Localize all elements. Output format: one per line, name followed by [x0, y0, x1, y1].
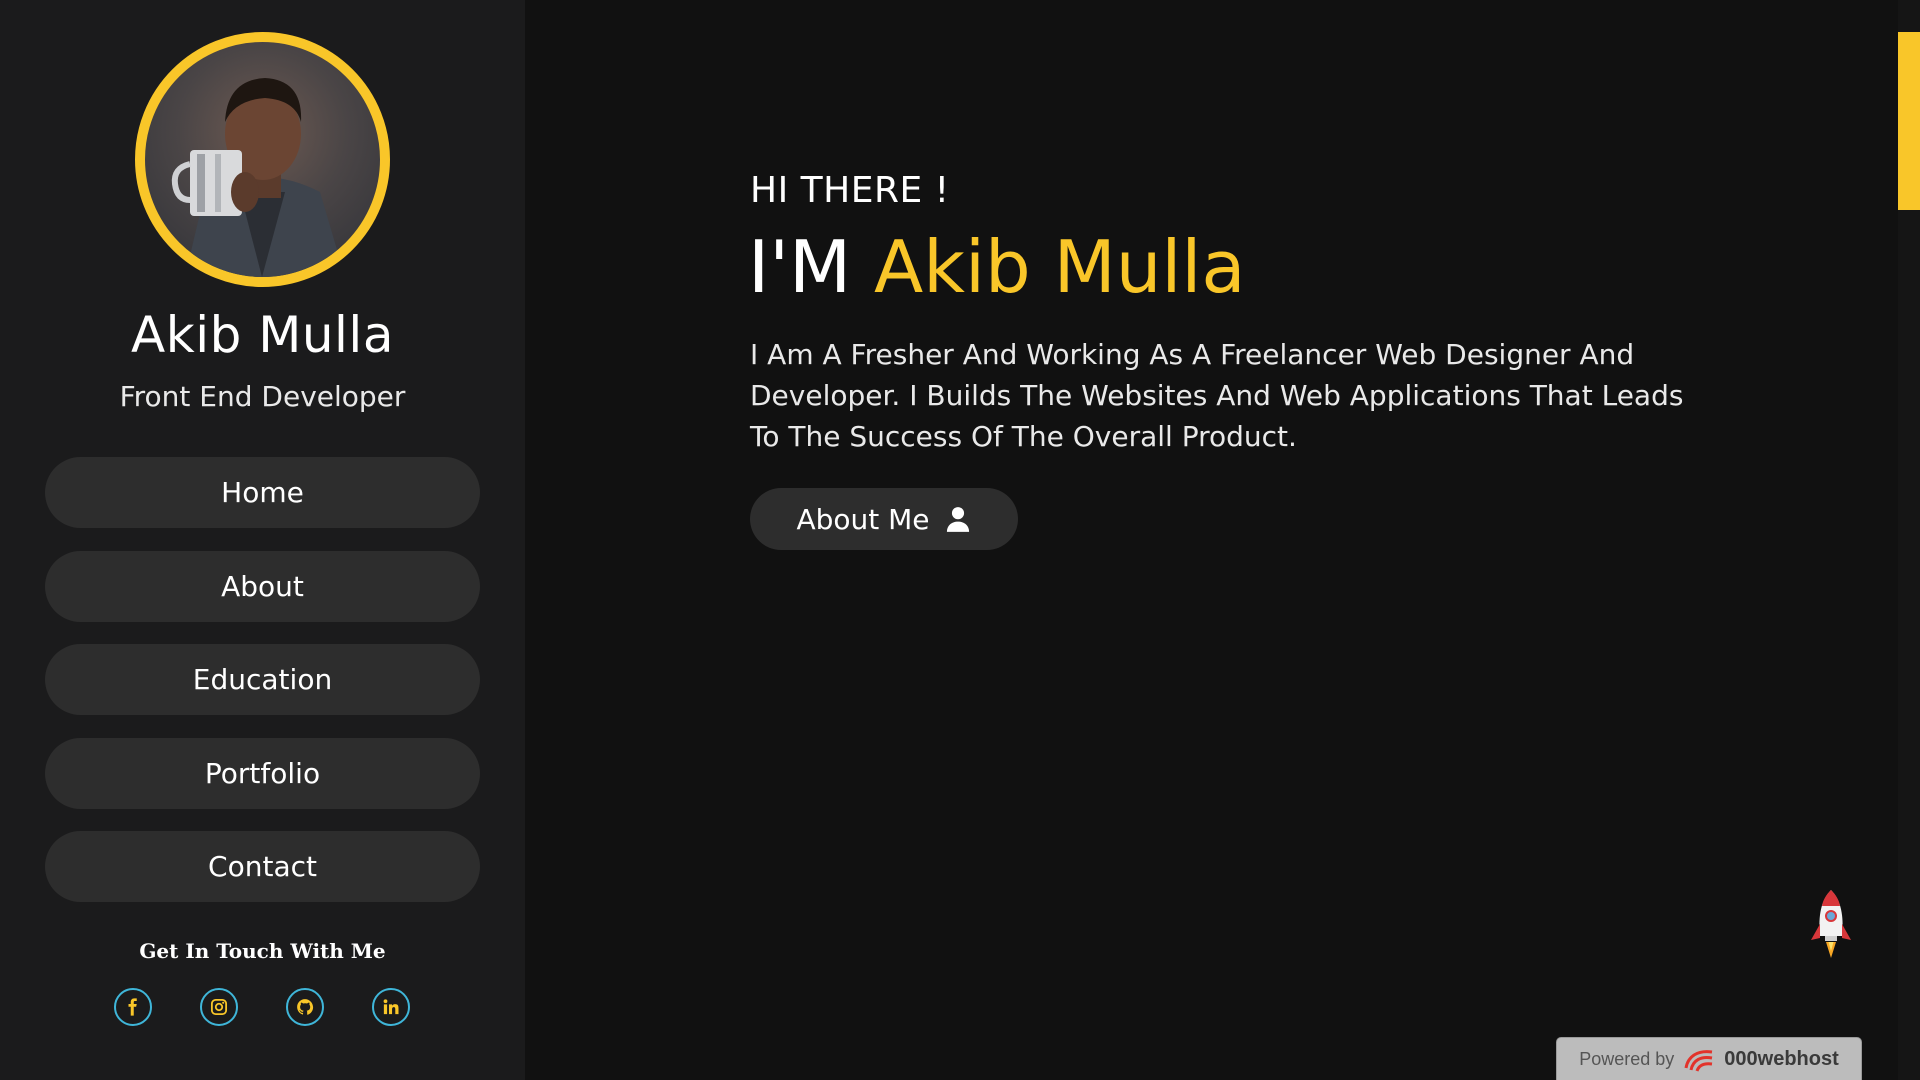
user-icon	[946, 507, 969, 532]
facebook-link[interactable]	[114, 988, 152, 1026]
powered-by-label: Powered by	[1579, 1048, 1675, 1069]
github-icon	[297, 999, 314, 1015]
greeting-text: HI THERE !	[750, 170, 950, 211]
sidebar-nav: Home About Education Portfolio Contact	[45, 457, 480, 925]
scrollbar-thumb[interactable]	[1898, 32, 1920, 210]
linkedin-link[interactable]	[372, 988, 410, 1026]
headline-prefix: I'M	[748, 225, 852, 309]
nav-item-education[interactable]: Education	[45, 644, 480, 715]
powered-by-badge[interactable]: Powered by 000webhost	[1556, 1037, 1862, 1080]
github-link[interactable]	[286, 988, 324, 1026]
about-me-button[interactable]: About Me	[750, 488, 1018, 550]
powered-by-brand: 000webhost	[1724, 1047, 1839, 1070]
profile-role: Front End Developer	[119, 380, 406, 413]
headline: I'M Akib Mulla	[748, 225, 1245, 309]
instagram-icon	[210, 998, 228, 1016]
nav-item-contact[interactable]: Contact	[45, 831, 480, 902]
profile-avatar	[135, 32, 390, 287]
linkedin-icon	[383, 999, 399, 1015]
rocket-icon	[1811, 890, 1851, 958]
nav-item-portfolio[interactable]: Portfolio	[45, 737, 480, 809]
instagram-link[interactable]	[200, 988, 238, 1026]
nav-item-about[interactable]: About	[45, 550, 480, 622]
profile-name: Akib Mulla	[131, 306, 394, 364]
about-me-button-label: About Me	[796, 502, 930, 536]
get-in-touch-heading: Get In Touch With Me	[139, 939, 386, 963]
intro-paragraph: I Am A Fresher And Working As A Freelanc…	[750, 338, 1684, 453]
social-links	[114, 988, 410, 1026]
facebook-icon	[128, 998, 137, 1016]
back-to-top-button[interactable]	[1808, 888, 1854, 964]
profile-photo	[171, 78, 345, 277]
sidebar: Akib Mulla Front End Developer Home Abou…	[0, 0, 525, 1080]
headline-name: Akib Mulla	[874, 225, 1246, 309]
nav-item-home[interactable]: Home	[45, 457, 480, 528]
webhost-logo-icon	[1684, 1050, 1713, 1072]
